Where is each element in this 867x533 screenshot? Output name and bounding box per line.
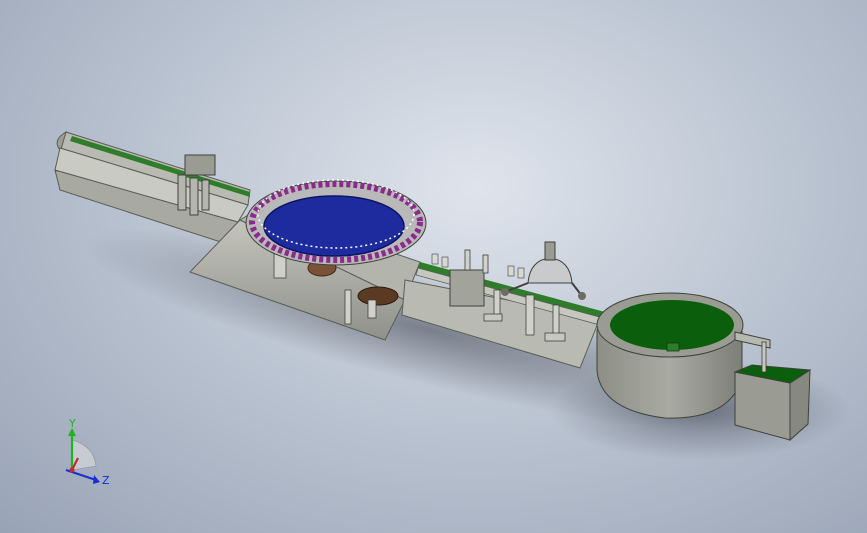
- sensor-post-mid: [189, 177, 199, 216]
- control-box: [449, 269, 485, 307]
- bottle-3: [507, 265, 515, 277]
- triad-y-label: Y: [68, 418, 76, 430]
- station-post-2: [482, 254, 489, 274]
- capping-gripper-left: [501, 288, 509, 296]
- bottle-4: [517, 267, 525, 279]
- coordinate-triad[interactable]: Y Z: [52, 418, 122, 490]
- station-foot-1: [483, 313, 503, 322]
- station-post-3: [493, 289, 501, 317]
- triad-xy-plane: [71, 439, 97, 471]
- capping-gripper-right: [578, 292, 586, 300]
- discharge-bin[interactable]: [733, 331, 812, 442]
- star-wheel-post-2: [367, 299, 377, 319]
- assembly-model[interactable]: [0, 0, 867, 533]
- sensor-post-right: [201, 179, 210, 211]
- sensor-head: [184, 154, 216, 176]
- station-foot-2: [544, 332, 566, 342]
- station-post-4: [525, 294, 535, 336]
- triad-origin: [69, 467, 75, 473]
- cad-viewport[interactable]: Y Z: [0, 0, 867, 533]
- star-wheel-post: [344, 289, 352, 325]
- bottle-2: [441, 256, 449, 268]
- triad-z-label: Z: [102, 474, 110, 487]
- turntable-disc: [263, 195, 405, 257]
- station-post-5: [552, 304, 560, 336]
- bin-leg: [761, 341, 767, 373]
- sensor-post-left: [177, 174, 187, 211]
- bottle-turntable[interactable]: [245, 179, 427, 266]
- capping-dome: [527, 257, 573, 284]
- collection-hopper[interactable]: [596, 292, 744, 419]
- hopper-outlet: [666, 342, 680, 352]
- infeed-sensor-station[interactable]: [177, 154, 216, 216]
- capping-head: [544, 241, 556, 261]
- star-wheel-disc: [357, 286, 399, 306]
- triad-z-arrow: [93, 475, 100, 484]
- station-post-1: [464, 249, 471, 271]
- infeed-conveyor[interactable]: [54, 130, 251, 246]
- bottle-1: [431, 253, 439, 265]
- hopper-interior: [610, 300, 734, 350]
